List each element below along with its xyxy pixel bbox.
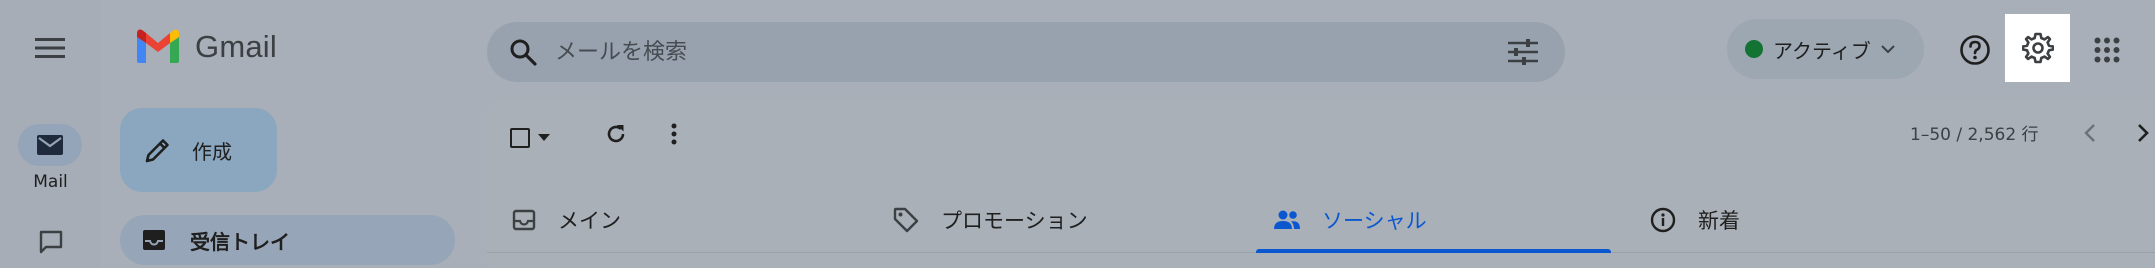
search-options-button[interactable] bbox=[1503, 32, 1543, 72]
tab-promotions[interactable]: プロモーション bbox=[893, 188, 1088, 252]
menu-icon bbox=[35, 38, 65, 58]
tag-icon bbox=[893, 207, 919, 233]
sidebar-item-inbox[interactable]: 受信トレイ bbox=[120, 215, 455, 265]
pencil-icon bbox=[145, 139, 169, 163]
next-page-button[interactable] bbox=[2130, 115, 2155, 151]
chevron-right-icon bbox=[2137, 124, 2149, 142]
mail-nav-label: Mail bbox=[33, 172, 68, 192]
refresh-button[interactable] bbox=[596, 114, 636, 154]
chat-nav-button[interactable] bbox=[30, 226, 72, 258]
tab-updates[interactable]: 新着 bbox=[1650, 188, 1740, 252]
main-menu-button[interactable] bbox=[22, 27, 78, 69]
compose-button[interactable]: 作成 bbox=[120, 108, 277, 192]
google-apps-button[interactable] bbox=[2085, 28, 2129, 72]
tab-label: プロモーション bbox=[941, 209, 1088, 233]
status-label: アクティブ bbox=[1773, 38, 1871, 63]
tab-main[interactable]: メイン bbox=[512, 188, 621, 252]
settings-button[interactable] bbox=[2005, 14, 2070, 82]
chat-icon bbox=[39, 230, 63, 254]
tab-social[interactable]: ソーシャル bbox=[1274, 188, 1427, 252]
help-icon bbox=[1960, 35, 1990, 65]
select-all-checkbox[interactable] bbox=[510, 120, 568, 156]
search-input[interactable] bbox=[555, 32, 1503, 72]
refresh-icon bbox=[607, 125, 625, 143]
sidebar-item-label: 受信トレイ bbox=[190, 229, 290, 254]
search-icon[interactable] bbox=[507, 36, 539, 68]
caret-down-icon bbox=[538, 134, 550, 141]
gmail-m-icon bbox=[137, 29, 179, 63]
gmail-logo[interactable]: Gmail bbox=[135, 29, 277, 65]
active-tab-indicator bbox=[1256, 249, 1611, 253]
tune-icon bbox=[1508, 39, 1538, 65]
prev-page-button[interactable] bbox=[2072, 115, 2108, 151]
more-options-button[interactable] bbox=[656, 114, 692, 154]
gear-icon bbox=[2021, 32, 2054, 64]
mail-icon bbox=[37, 135, 63, 155]
status-dropdown[interactable]: アクティブ bbox=[1727, 19, 1924, 79]
tab-label: メイン bbox=[558, 209, 621, 233]
chevron-left-icon bbox=[2084, 124, 2095, 142]
pagination-text: 1–50 / 2,562 行 bbox=[1910, 125, 2039, 145]
search-bar[interactable] bbox=[487, 22, 1565, 82]
tab-label: 新着 bbox=[1698, 209, 1740, 233]
more-vert-icon bbox=[671, 123, 677, 145]
info-icon bbox=[1650, 207, 1676, 233]
inbox-icon bbox=[512, 209, 536, 231]
gmail-logo-text: Gmail bbox=[195, 29, 277, 64]
inbox-icon bbox=[143, 230, 165, 250]
status-dot-icon bbox=[1745, 40, 1763, 58]
help-button[interactable] bbox=[1953, 28, 1997, 72]
apps-grid-icon bbox=[2094, 37, 2120, 63]
checkbox-icon bbox=[510, 128, 530, 148]
tab-label: ソーシャル bbox=[1322, 209, 1427, 233]
compose-label: 作成 bbox=[192, 139, 232, 164]
chevron-down-icon bbox=[1881, 45, 1895, 54]
people-icon bbox=[1274, 210, 1300, 229]
mail-nav-button[interactable] bbox=[18, 124, 82, 166]
